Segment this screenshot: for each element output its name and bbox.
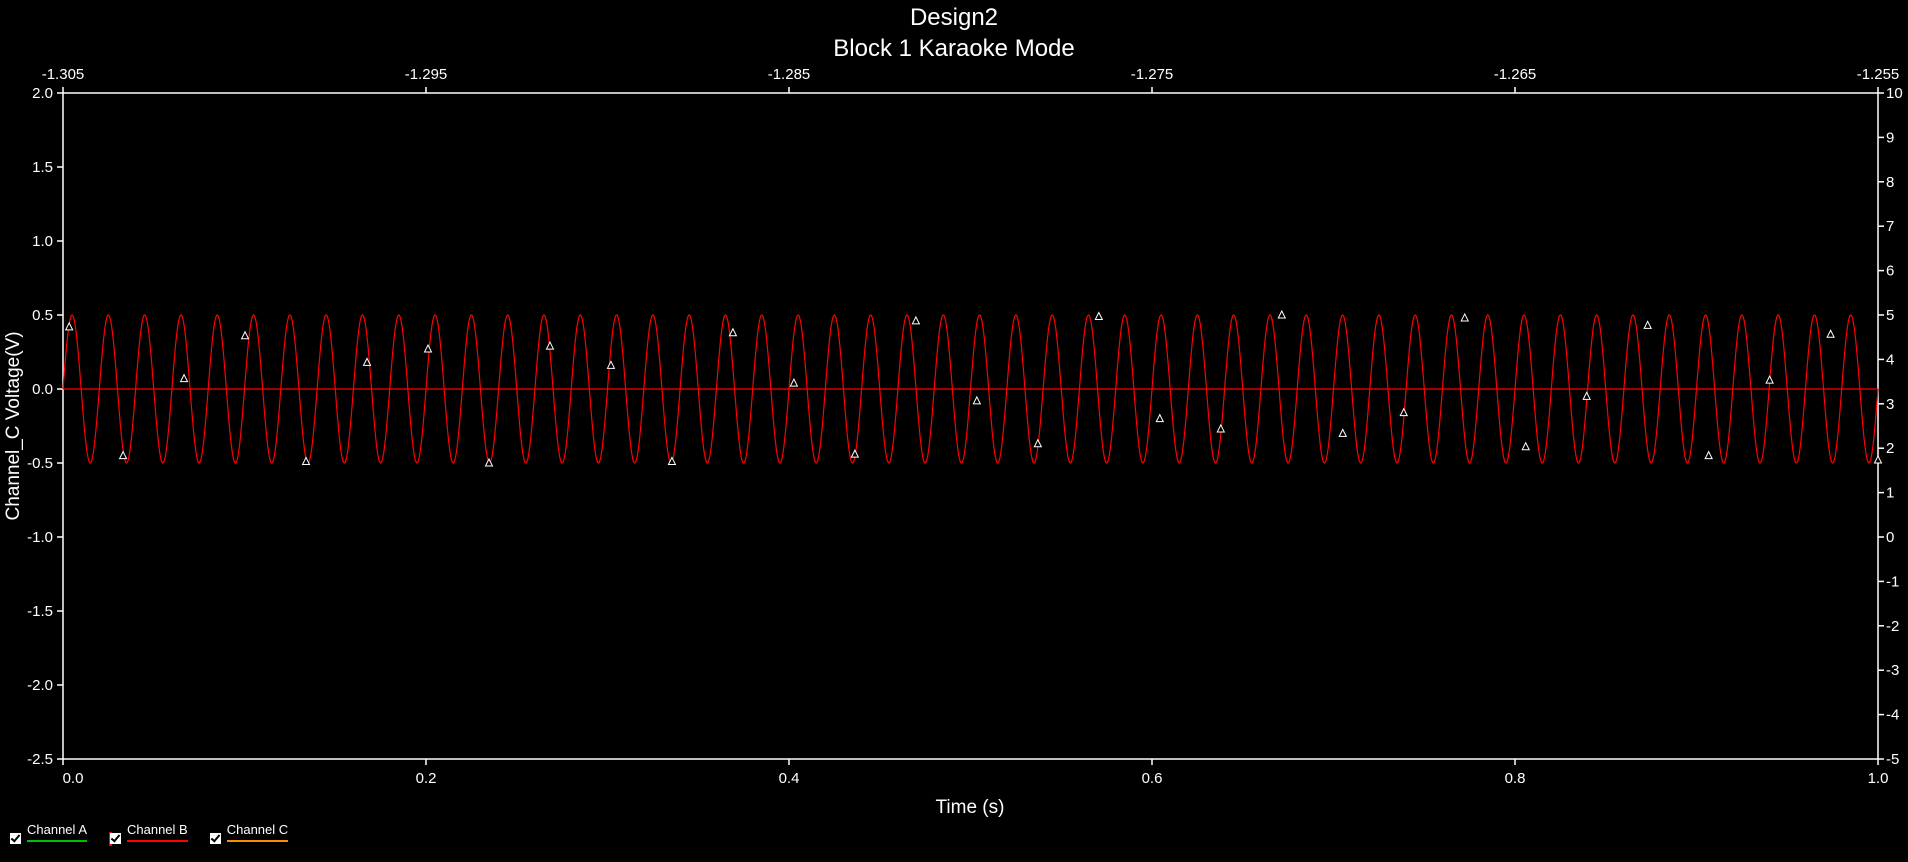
y2-tick-label: -2 [1886, 618, 1899, 635]
y2-tick-label: -4 [1886, 707, 1899, 724]
y2-tick-label: 2 [1886, 440, 1894, 457]
y-tick-label: 0.5 [32, 307, 53, 324]
plot-area [62, 92, 1879, 760]
y2-tick-label: -3 [1886, 662, 1899, 679]
x2-tick-label: -1.285 [768, 66, 811, 83]
y2-tick-label: 10 [1886, 85, 1903, 102]
x2-tick-label: -1.255 [1857, 66, 1900, 83]
legend-label: Channel B [127, 822, 188, 842]
y2-tick-label: 7 [1886, 218, 1894, 235]
chart: Design2 Block 1 Karaoke Mode 0.0 0.2 0.4 0.… [3, 4, 1903, 818]
legend-item-channel-a[interactable]: Channel A [10, 822, 87, 844]
y2-tick-label: 4 [1886, 351, 1894, 368]
y2-tick-label: 1 [1886, 485, 1894, 502]
y-tick-label: 0.0 [32, 381, 53, 398]
legend-item-channel-b[interactable]: Channel B [109, 822, 188, 846]
y2-tick-label: 5 [1886, 307, 1894, 324]
y-tick-label: 1.0 [32, 233, 53, 250]
y2-tick-label: 0 [1886, 529, 1894, 546]
y-tick-label: -2.5 [27, 751, 53, 768]
y2-tick-label: 3 [1886, 396, 1894, 413]
x2-tick-label: -1.275 [1131, 66, 1174, 83]
y2-tick-label: 9 [1886, 129, 1894, 146]
y-tick-label: -1.0 [27, 529, 53, 546]
x-tick-label: 0.0 [63, 770, 84, 787]
legend: Channel A Channel B Channel C [10, 822, 310, 852]
y2-tick-label: 8 [1886, 174, 1894, 191]
x-tick-label: 1.0 [1868, 770, 1889, 787]
channel-b-checkbox[interactable] [110, 833, 121, 844]
y-axis-label: Channel_C Voltage(V) [3, 331, 24, 520]
y2-tick-label: -1 [1886, 573, 1899, 590]
x-tick-label: 0.4 [779, 770, 800, 787]
x2-tick-label: -1.305 [42, 66, 85, 83]
x-axis-label: Time (s) [936, 797, 1005, 818]
x-tick-label: 0.8 [1505, 770, 1526, 787]
chart-title: Design2 [910, 4, 998, 31]
y-tick-label: -0.5 [27, 455, 53, 472]
channel-a-checkbox[interactable] [10, 833, 21, 844]
x2-tick-label: -1.265 [1494, 66, 1537, 83]
chart-subtitle: Block 1 Karaoke Mode [833, 35, 1074, 62]
y-tick-label: -2.0 [27, 677, 53, 694]
legend-item-channel-c[interactable]: Channel C [209, 822, 289, 844]
x-tick-label: 0.6 [1142, 770, 1163, 787]
y-tick-label: 1.5 [32, 159, 53, 176]
y2-tick-label: 6 [1886, 263, 1894, 280]
y-tick-label: 2.0 [32, 85, 53, 102]
y2-tick-label: -5 [1886, 751, 1899, 768]
y-tick-label: -1.5 [27, 603, 53, 620]
x-tick-label: 0.2 [416, 770, 437, 787]
channel-c-checkbox[interactable] [209, 833, 221, 844]
x2-tick-label: -1.295 [405, 66, 448, 83]
legend-label: Channel A [27, 822, 87, 842]
legend-label: Channel C [226, 822, 289, 842]
